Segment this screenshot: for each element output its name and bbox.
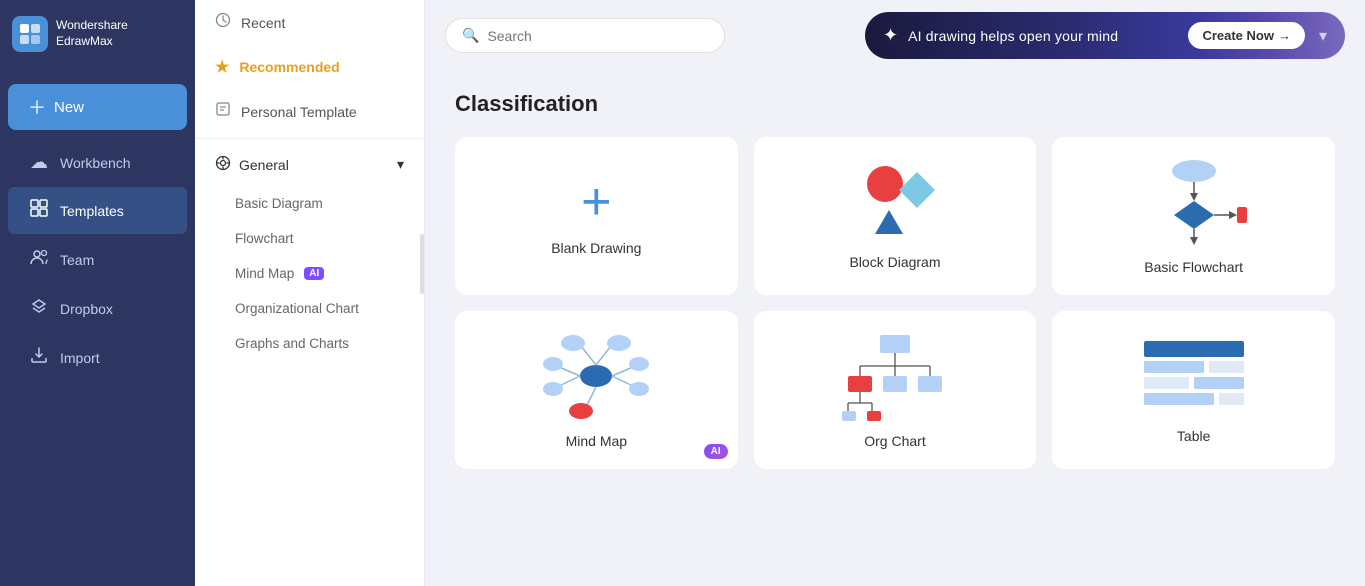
card-org-chart[interactable]: Org Chart [754,311,1037,469]
content-area: Classification + Blank Drawing Block Dia… [425,71,1365,586]
mid-sub-flowchart[interactable]: Flowchart [195,221,424,256]
table-illustration [1139,336,1249,416]
block-diagram-illustration [845,162,945,242]
mid-item-recent[interactable]: Recent [195,0,424,45]
mid-item-personal-template[interactable]: Personal Template [195,89,424,134]
sidebar-nav: ＋ New ☁ Workbench Templates [0,68,195,389]
recent-icon [215,12,231,33]
ai-badge: AI [304,267,324,280]
mid-item-recommended[interactable]: ★ Recommended [195,45,424,89]
templates-icon [28,199,50,222]
blank-plus-icon: + [581,176,611,228]
card-label: Blank Drawing [551,240,641,256]
sidebar: Wondershare EdrawMax ＋ New ☁ Workbench T… [0,0,195,586]
top-bar: 🔍 ✦ AI drawing helps open your mind Crea… [425,0,1365,71]
sidebar-item-workbench[interactable]: ☁ Workbench [8,140,187,185]
orgchart-illustration [840,331,950,421]
mid-sub-basic-diagram[interactable]: Basic Diagram [195,186,424,221]
ai-banner[interactable]: ✦ AI drawing helps open your mind Create… [865,12,1345,59]
scroll-indicator [420,234,424,294]
chevron-down-icon: ▾ [397,156,404,173]
workbench-icon: ☁ [28,152,50,173]
import-icon [28,346,50,369]
logo-area: Wondershare EdrawMax [0,0,195,68]
card-label: Basic Flowchart [1144,259,1243,275]
ai-banner-text: AI drawing helps open your mind [908,28,1178,44]
card-table[interactable]: Table [1052,311,1335,469]
card-grid: + Blank Drawing Block Diagram [455,137,1335,469]
dropbox-icon [28,297,50,320]
mind-map-ai-badge: AI [704,444,728,459]
card-block-diagram[interactable]: Block Diagram [754,137,1037,295]
team-icon [28,248,50,271]
mid-sub-org-chart[interactable]: Organizational Chart [195,291,424,326]
personal-template-icon [215,101,231,122]
plus-icon: ＋ [28,94,46,120]
card-label: Block Diagram [849,254,940,270]
mindmap-illustration [541,331,651,421]
sidebar-item-team[interactable]: Team [8,236,187,283]
app-name: Wondershare EdrawMax [56,18,128,49]
ai-create-now-button[interactable]: Create Now → [1188,22,1305,49]
mid-sub-graphs[interactable]: Graphs and Charts [195,326,424,361]
classification-title: Classification [455,91,1335,117]
middle-panel: Recent ★ Recommended Personal Template [195,0,425,586]
app-logo-icon [12,16,48,52]
general-icon [215,155,231,174]
banner-close-icon[interactable]: ▾ [1319,26,1327,46]
card-basic-flowchart[interactable]: Basic Flowchart [1052,137,1335,295]
panel-divider [195,138,424,139]
flowchart-illustration [1139,157,1249,247]
card-label: Table [1177,428,1210,444]
general-section[interactable]: General ▾ [195,143,424,186]
card-blank-drawing[interactable]: + Blank Drawing [455,137,738,295]
recommended-icon: ★ [215,57,229,77]
sidebar-item-templates[interactable]: Templates [8,187,187,234]
card-label: Org Chart [864,433,925,449]
card-mind-map[interactable]: Mind Map AI [455,311,738,469]
mid-sub-mind-map[interactable]: Mind Map AI [195,256,424,291]
search-box[interactable]: 🔍 [445,18,725,53]
ai-sparkle-icon: ✦ [883,25,898,46]
sidebar-item-dropbox[interactable]: Dropbox [8,285,187,332]
new-button[interactable]: ＋ New [8,84,187,130]
card-label: Mind Map [566,433,627,449]
search-icon: 🔍 [462,27,479,44]
main-content: 🔍 ✦ AI drawing helps open your mind Crea… [425,0,1365,586]
search-input[interactable] [487,28,708,44]
sidebar-item-import[interactable]: Import [8,334,187,381]
